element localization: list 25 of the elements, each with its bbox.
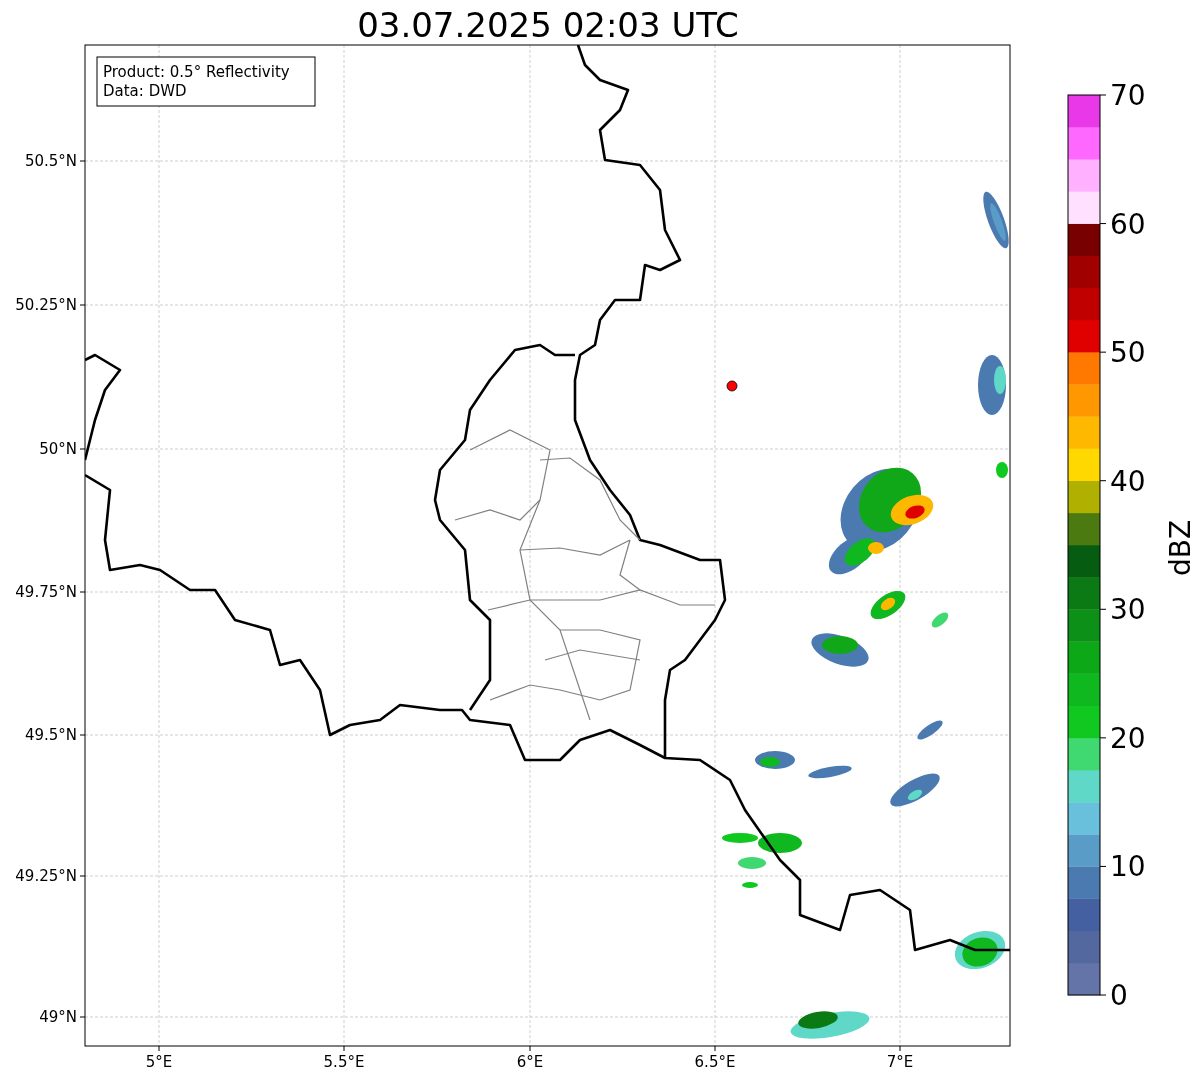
- axis-tick-label: 6.5°E: [694, 1053, 736, 1071]
- axis-tick-label: 6°E: [516, 1053, 544, 1071]
- axis-tick-label: 50.25°N: [15, 296, 77, 314]
- colorbar-tick-label: 40: [1110, 464, 1146, 498]
- legend-text: Data: DWD: [103, 82, 187, 100]
- axis-tick-label: 49°N: [39, 1008, 77, 1026]
- colorbar-label: dBZ: [1164, 519, 1197, 577]
- colorbar-tick-label: 30: [1110, 593, 1146, 627]
- axis-tick-label: 5°E: [145, 1053, 173, 1071]
- colorbar-tick-label: 70: [1110, 79, 1146, 112]
- chart-title: 03.07.2025 02:03 UTC: [357, 5, 739, 45]
- colorbar-tick-label: 0: [1110, 979, 1128, 1012]
- axis-tick-label: 5.5°E: [323, 1053, 365, 1071]
- axis-tick-label: 50°N: [39, 440, 77, 458]
- station-marker: [726, 380, 738, 392]
- legend-text: Product: 0.5° Reflectivity: [103, 63, 290, 81]
- colorbar-tick-label: 50: [1110, 336, 1146, 370]
- axis-tick-label: 7°E: [886, 1053, 914, 1071]
- axis-tick-label: 49.75°N: [15, 583, 77, 601]
- axis-tick-label: 49.25°N: [15, 867, 77, 885]
- colorbar-tick-label: 10: [1110, 850, 1146, 884]
- colorbar-tick-label: 20: [1110, 721, 1146, 755]
- axis-tick-label: 50.5°N: [24, 152, 77, 170]
- colorbar-tick-label: 60: [1110, 207, 1146, 241]
- axis-tick-label: 49.5°N: [24, 726, 77, 744]
